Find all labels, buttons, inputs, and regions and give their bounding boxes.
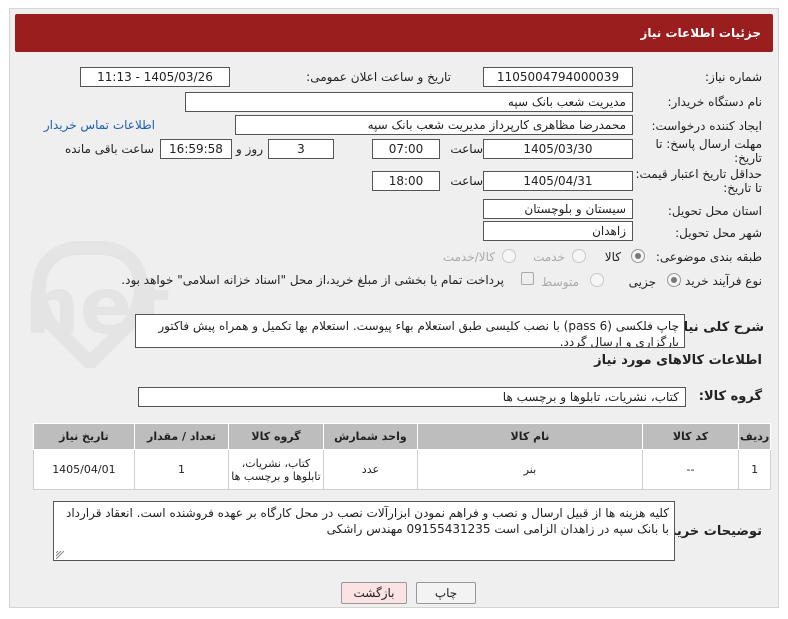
delivery-city-label: شهر محل تحویل: <box>675 226 762 240</box>
days-label: روز و <box>236 142 263 156</box>
delivery-city-value: زاهدان <box>483 221 633 241</box>
need-number-value: 1105004794000039 <box>483 67 633 87</box>
buyer-org-value: مدیریت شعب بانک سپه <box>185 92 633 112</box>
category-service-radio[interactable] <box>572 249 586 263</box>
remaining-time: 16:59:58 <box>160 139 232 159</box>
price-validity-time: 18:00 <box>372 171 440 191</box>
treasury-payment-checkbox[interactable] <box>521 272 534 285</box>
category-goods-label: کالا <box>604 250 621 264</box>
requester-label: ایجاد کننده درخواست: <box>651 119 762 133</box>
price-validity-time-label: ساعت <box>450 174 483 188</box>
category-goods-service-label: کالا/خدمت <box>442 250 495 264</box>
col-date: تاریخ نیاز <box>33 423 135 450</box>
category-goods-radio[interactable] <box>631 249 645 263</box>
purchase-process-label: نوع فرآیند خرید : <box>677 274 762 288</box>
remaining-days: 3 <box>268 139 334 159</box>
buyer-org-label: نام دستگاه خریدار: <box>667 95 763 109</box>
col-code: کد کالا <box>641 423 740 450</box>
summary-text-content: چاپ فلکسی (pass 6) با نصب کلیسی طبق استع… <box>158 319 679 348</box>
delivery-province-value: سیستان و بلوچستان <box>483 199 633 219</box>
back-button[interactable]: بازگشت <box>341 582 407 604</box>
goods-group-label: گروه کالا: <box>698 389 762 404</box>
cell-date: 1405/04/01 <box>33 449 135 490</box>
response-deadline-date: 1405/03/30 <box>483 139 633 159</box>
cell-code: -- <box>641 449 740 490</box>
resize-handle-icon[interactable] <box>56 551 64 559</box>
process-medium-label: متوسط <box>541 275 579 289</box>
goods-group-value: کتاب، نشریات، تابلوها و برچسب ها <box>138 387 686 407</box>
print-button[interactable]: چاپ <box>416 582 476 604</box>
category-service-label: خدمت <box>533 250 565 264</box>
summary-text: چاپ فلکسی (pass 6) با نصب کلیسی طبق استع… <box>135 314 685 348</box>
requester-value: محمدرضا مظاهری کارپرداز مدیریت شعب بانک … <box>235 115 633 135</box>
cell-row: 1 <box>738 449 771 490</box>
cell-qty: 1 <box>133 449 230 490</box>
goods-section-title: اطلاعات کالاهای مورد نیاز <box>594 353 762 368</box>
price-validity-label-1: حداقل تاریخ اعتبار قیمت: <box>635 167 762 181</box>
buyer-notes-content: کلیه هزینه ها از قبیل ارسال و نصب و فراه… <box>65 506 669 536</box>
col-group: گروه کالا <box>228 423 324 450</box>
price-validity-date: 1405/04/31 <box>483 171 633 191</box>
col-unit: واحد شمارش <box>322 423 419 450</box>
price-validity-label-2: تا تاریخ: <box>723 181 762 195</box>
cell-unit: عدد <box>322 449 419 490</box>
buyer-contact-link[interactable]: اطلاعات تماس خریدار <box>44 118 155 132</box>
col-qty: تعداد / مقدار <box>133 423 230 450</box>
process-small-label: جزیی <box>628 275 656 289</box>
response-deadline-label-2: تاریخ: <box>734 151 762 165</box>
cell-name: بنر <box>417 449 643 490</box>
remaining-time-label: ساعت باقی مانده <box>64 142 154 156</box>
announce-datetime-value: 1405/03/26 - 11:13 <box>80 67 230 87</box>
table-row: 1 -- بنر عدد کتاب، نشریات، تابلوها و برچ… <box>33 449 771 490</box>
process-small-radio[interactable] <box>667 273 681 287</box>
delivery-province-label: استان محل تحویل: <box>667 204 762 218</box>
response-deadline-time: 07:00 <box>372 139 440 159</box>
category-goods-service-radio[interactable] <box>502 249 516 263</box>
col-row: ردیف <box>738 423 771 450</box>
panel-title: جزئیات اطلاعات نیاز <box>15 14 773 52</box>
need-number-label: شماره نیاز: <box>705 70 762 84</box>
col-name: نام کالا <box>417 423 643 450</box>
process-medium-radio[interactable] <box>590 273 604 287</box>
goods-table: ردیف کد کالا نام کالا واحد شمارش گروه کا… <box>33 423 771 490</box>
category-label: طبقه بندی موضوعی: <box>655 250 762 264</box>
response-time-label: ساعت <box>450 142 483 156</box>
buyer-notes-text: کلیه هزینه ها از قبیل ارسال و نصب و فراه… <box>53 501 675 561</box>
response-deadline-label-1: مهلت ارسال پاسخ: تا <box>655 137 762 151</box>
treasury-payment-note: پرداخت تمام یا بخشی از مبلغ خرید،از محل … <box>121 273 504 287</box>
cell-group: کتاب، نشریات، تابلوها و برچسب ها <box>228 449 324 490</box>
announce-datetime-label: تاریخ و ساعت اعلان عمومی: <box>306 70 451 84</box>
